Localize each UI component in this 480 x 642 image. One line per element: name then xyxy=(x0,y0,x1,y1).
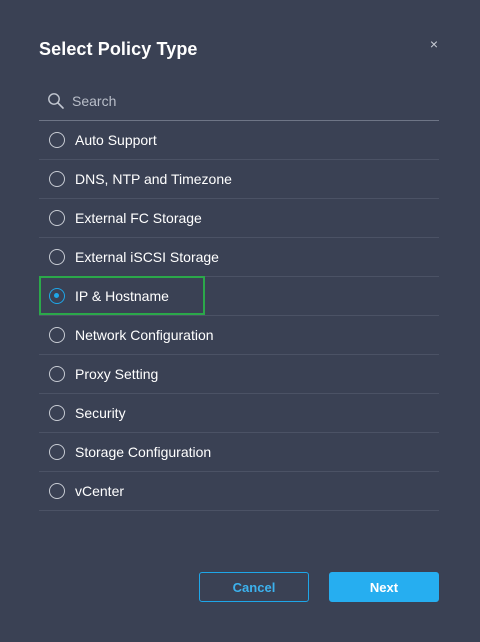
radio-button[interactable] xyxy=(49,210,65,226)
search-icon xyxy=(48,93,64,109)
search-input[interactable] xyxy=(72,90,422,112)
policy-option-dns-ntp-timezone[interactable]: DNS, NTP and Timezone xyxy=(39,160,439,199)
policy-option-ip-hostname[interactable]: IP & Hostname xyxy=(39,276,439,316)
cancel-button[interactable]: Cancel xyxy=(199,572,309,602)
policy-option-label: vCenter xyxy=(75,483,125,499)
policy-type-list: Auto Support DNS, NTP and Timezone Exter… xyxy=(39,121,439,511)
policy-option-storage-configuration[interactable]: Storage Configuration xyxy=(39,433,439,472)
policy-option-vcenter[interactable]: vCenter xyxy=(39,472,439,511)
radio-button[interactable] xyxy=(49,132,65,148)
policy-option-proxy-setting[interactable]: Proxy Setting xyxy=(39,355,439,394)
policy-option-external-fc-storage[interactable]: External FC Storage xyxy=(39,199,439,238)
policy-option-label: External FC Storage xyxy=(75,210,202,226)
radio-button[interactable] xyxy=(49,249,65,265)
policy-option-label: Proxy Setting xyxy=(75,366,159,382)
radio-button[interactable] xyxy=(49,327,65,343)
dialog-title: Select Policy Type xyxy=(39,39,198,59)
radio-button[interactable] xyxy=(49,171,65,187)
policy-option-label: Network Configuration xyxy=(75,327,214,343)
policy-option-label: Storage Configuration xyxy=(75,444,212,460)
select-policy-type-dialog: Select Policy Type × Auto Support DNS, N… xyxy=(0,0,480,642)
policy-option-label: Auto Support xyxy=(75,132,157,148)
policy-option-security[interactable]: Security xyxy=(39,394,439,433)
close-icon[interactable]: × xyxy=(426,36,442,52)
radio-button[interactable] xyxy=(49,483,65,499)
policy-option-label: External iSCSI Storage xyxy=(75,249,219,265)
search-bar xyxy=(39,82,439,121)
radio-button[interactable] xyxy=(49,405,65,421)
policy-option-label: Security xyxy=(75,405,126,421)
radio-button-selected[interactable] xyxy=(49,288,65,304)
policy-option-label: DNS, NTP and Timezone xyxy=(75,171,232,187)
radio-button[interactable] xyxy=(49,444,65,460)
policy-option-label: IP & Hostname xyxy=(75,288,169,304)
policy-option-external-iscsi-storage[interactable]: External iSCSI Storage xyxy=(39,238,439,277)
policy-option-auto-support[interactable]: Auto Support xyxy=(39,121,439,160)
next-button[interactable]: Next xyxy=(329,572,439,602)
policy-option-network-configuration[interactable]: Network Configuration xyxy=(39,316,439,355)
radio-button[interactable] xyxy=(49,366,65,382)
